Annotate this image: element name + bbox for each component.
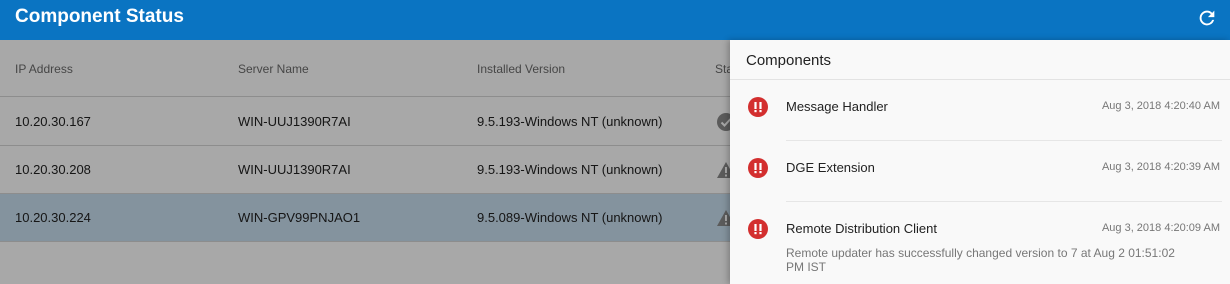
component-name: Message Handler xyxy=(786,99,888,114)
header-bar: Component Status xyxy=(0,0,1230,40)
divider xyxy=(786,201,1222,202)
component-name: Remote Distribution Client xyxy=(786,221,938,236)
timestamp: Aug 3, 2018 4:20:39 AM xyxy=(1101,161,1220,173)
divider xyxy=(786,140,1222,141)
refresh-icon[interactable] xyxy=(1196,7,1218,29)
panel-title: Components xyxy=(746,52,832,69)
divider xyxy=(730,79,1230,80)
timestamp: Aug 3, 2018 4:20:09 AM xyxy=(1101,222,1220,234)
components-panel: Components Message Handler Aug 3, 2018 4… xyxy=(730,40,1230,284)
component-name: DGE Extension xyxy=(786,160,875,175)
error-icon xyxy=(748,219,768,239)
error-icon xyxy=(748,158,768,178)
component-message: Remote updater has successfully changed … xyxy=(786,246,1175,274)
error-icon xyxy=(748,97,768,117)
timestamp: Aug 3, 2018 4:20:40 AM xyxy=(1101,100,1220,112)
page-title: Component Status xyxy=(15,6,184,27)
